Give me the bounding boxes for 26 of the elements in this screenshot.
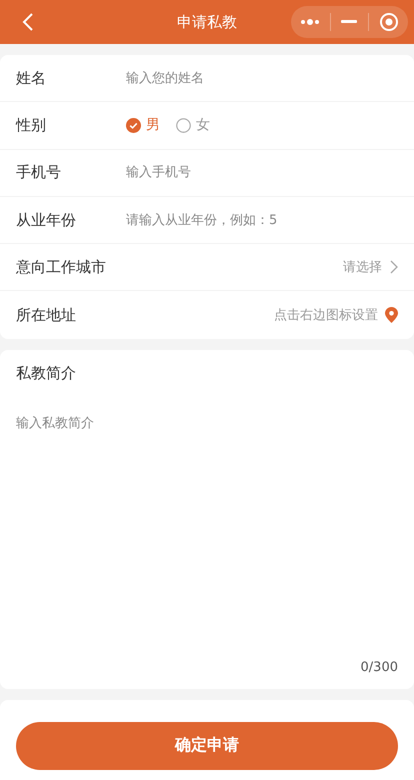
field-label: 手机号 [16, 163, 62, 182]
input-field[interactable]: 请输入从业年份，例如：5 [126, 212, 398, 228]
radio-option[interactable]: 男 [126, 116, 160, 134]
empty-circle-icon [176, 118, 191, 133]
submit-button[interactable]: 确定申请 [16, 722, 398, 770]
location-pin-icon[interactable] [385, 307, 398, 324]
chevron-right-icon [390, 260, 398, 274]
input-field[interactable]: 输入您的姓名 [126, 70, 398, 86]
more-icon[interactable] [300, 18, 320, 26]
field-label: 所在地址 [16, 306, 77, 325]
location-hint: 点击右边图标设置 [274, 307, 378, 324]
input-field[interactable]: 输入手机号 [126, 165, 398, 180]
city-picker[interactable]: 请选择 [343, 258, 382, 276]
page-title: 申请私教 [176, 12, 238, 32]
character-counter: 0/300 [0, 660, 414, 689]
close-icon[interactable] [378, 12, 399, 32]
radio-option[interactable]: 女 [176, 116, 210, 134]
intro-label: 私教简介 [0, 350, 414, 392]
back-icon[interactable] [22, 12, 34, 32]
field-label: 姓名 [16, 68, 47, 88]
intro-textarea[interactable]: 输入私教简介 [0, 392, 414, 660]
field-label: 意向工作城市 [16, 258, 107, 277]
field-label: 性别 [16, 116, 47, 135]
checked-circle-icon [126, 118, 141, 133]
minimize-icon[interactable] [341, 20, 358, 24]
field-label: 从业年份 [16, 210, 77, 230]
